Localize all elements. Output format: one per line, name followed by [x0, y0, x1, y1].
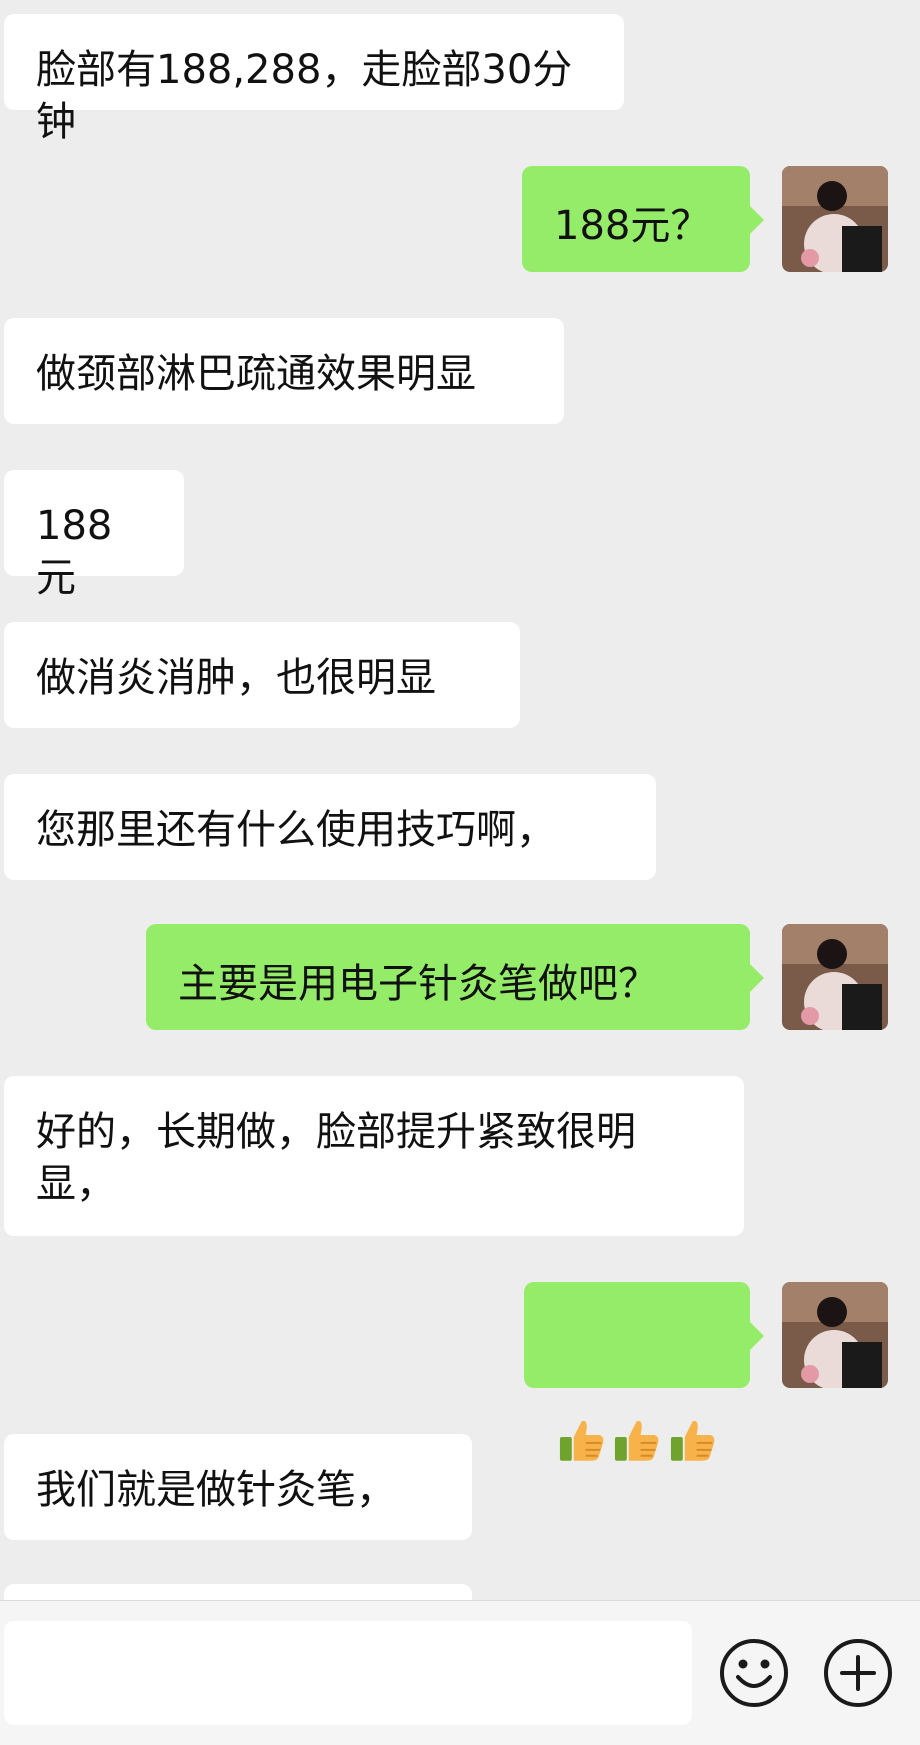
emoji-row [556, 1413, 718, 1465]
message-bubble-outgoing[interactable]: 主要是用电子针灸笔做吧？ [146, 924, 764, 1030]
thumbs-up-icon [559, 1420, 604, 1461]
input-bar [0, 1600, 920, 1745]
message-bubble-incoming[interactable]: 我们就是做针灸笔， [4, 1434, 472, 1540]
user-avatar[interactable] [782, 924, 888, 1030]
avatar-photo-icon [782, 1282, 888, 1388]
plus-circle-icon[interactable] [822, 1637, 894, 1709]
user-avatar[interactable] [782, 1282, 888, 1388]
user-avatar[interactable] [782, 166, 888, 272]
message-bubble-outgoing[interactable] [524, 1282, 764, 1461]
thumbs-up-icon [615, 1420, 659, 1461]
message-bubble-incoming[interactable]: 您那里还有什么使用技巧啊， [4, 774, 656, 880]
thumbs-up-icon [670, 1420, 715, 1461]
message-bubble-incoming-partial[interactable] [4, 1584, 472, 1600]
message-bubble-incoming[interactable]: 做消炎消肿，也很明显 [4, 622, 520, 728]
message-input[interactable] [4, 1621, 692, 1725]
chat-message-list: 脸部有188,288，走脸部30分钟 188元？ 做颈部淋巴疏通效果明显 188… [0, 0, 920, 1600]
message-bubble-incoming[interactable]: 好的，长期做，脸部提升紧致很明 显， [4, 1076, 744, 1236]
message-bubble-incoming[interactable]: 做颈部淋巴疏通效果明显 [4, 318, 564, 424]
message-bubble-incoming[interactable]: 188元 [4, 470, 184, 601]
smiley-face-icon[interactable] [718, 1637, 790, 1709]
avatar-photo-icon [782, 924, 888, 1030]
message-bubble-incoming[interactable]: 脸部有188,288，走脸部30分钟 [4, 14, 624, 145]
avatar-photo-icon [782, 166, 888, 272]
message-bubble-outgoing[interactable]: 188元？ [522, 166, 764, 272]
